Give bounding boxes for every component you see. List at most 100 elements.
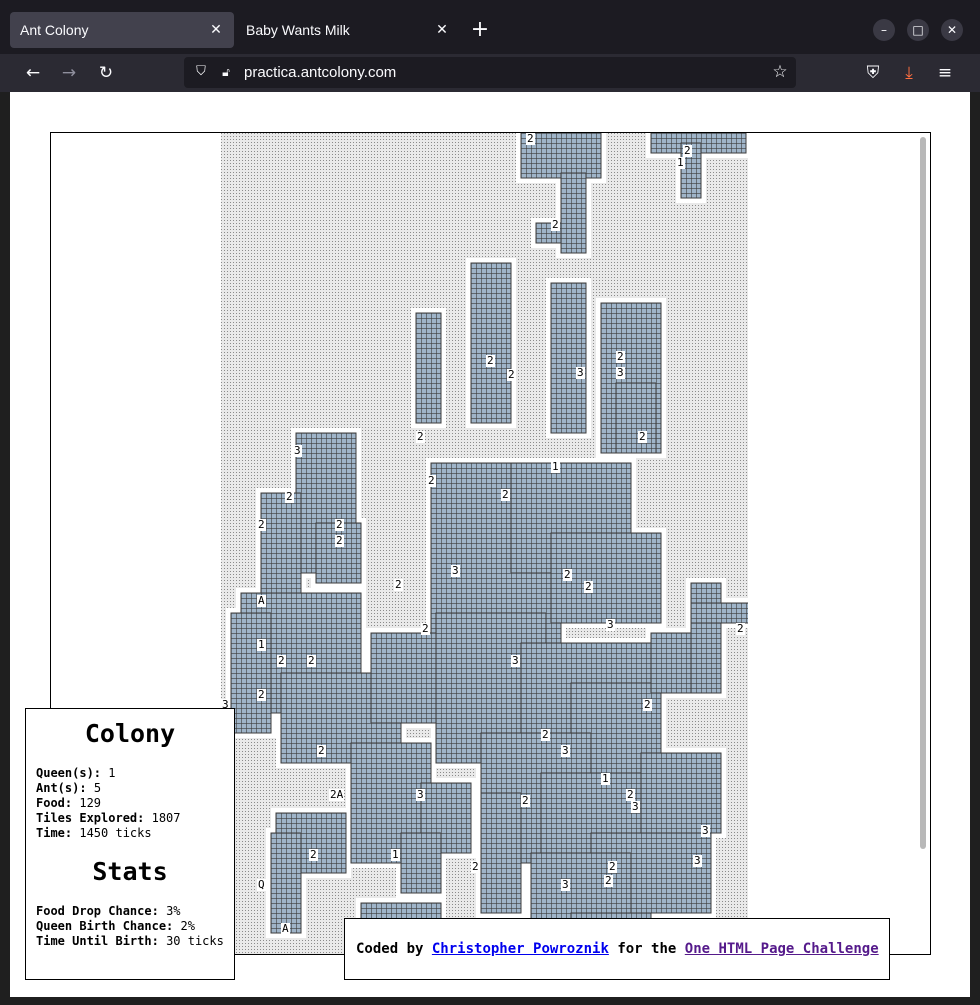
tunnel-region: [270, 832, 302, 934]
food-count-marker: 3: [561, 878, 570, 891]
tab-bar: Ant Colony ✕ Baby Wants Milk ✕ + – □ ✕: [0, 0, 980, 54]
stats-heading: Stats: [92, 857, 168, 886]
tunnel-region: [480, 792, 522, 914]
maximize-icon[interactable]: □: [907, 19, 929, 41]
author-link[interactable]: Christopher Powroznik: [432, 941, 609, 957]
food-count-marker: 1: [601, 772, 610, 785]
food-count-marker: 2: [277, 654, 286, 667]
pocket-icon[interactable]: ⛨: [862, 62, 884, 84]
credit-prefix: Coded by: [356, 941, 424, 957]
navigation-toolbar: ← → ↻ ⛉ 🔓︎ practica.antcolony.com ☆ ⛨ ⤓ …: [0, 54, 980, 92]
credit-panel: Coded by Christopher Powroznik for the O…: [344, 918, 890, 980]
food-count-marker: 2: [507, 368, 516, 381]
food-count-marker: 3: [416, 788, 425, 801]
tunnel-region: [650, 632, 692, 694]
lock-icon[interactable]: 🔓︎: [217, 63, 235, 81]
ant-marker: A: [281, 922, 290, 935]
new-tab-icon[interactable]: +: [468, 18, 492, 42]
food-count-marker: 2: [736, 622, 745, 635]
food-count-marker: 3: [511, 654, 520, 667]
food-count-marker: 3: [693, 854, 702, 867]
tunnel-region: [315, 522, 362, 584]
food-stat: Food: 129: [36, 796, 102, 810]
food-count-marker: 1: [257, 638, 266, 651]
food-drop-stat: Food Drop Chance: 3%: [36, 904, 181, 918]
food-count-marker: 2: [541, 728, 550, 741]
tunnel-region: [415, 312, 442, 424]
close-icon[interactable]: ✕: [206, 19, 226, 39]
food-count-marker: 2: [563, 568, 572, 581]
tab-baby-wants-milk[interactable]: Baby Wants Milk ✕: [236, 12, 460, 48]
food-count-marker: 1: [391, 848, 400, 861]
colony-stats-panel: Colony Queen(s): 1 Ant(s): 5 Food: 129 T…: [25, 708, 235, 980]
tiles-explored-stat: Tiles Explored: 1807: [36, 811, 181, 825]
tunnel-region: [260, 492, 302, 594]
tunnel-region: [690, 602, 748, 624]
tunnel-region: [560, 172, 587, 254]
back-icon[interactable]: ←: [22, 62, 44, 84]
food-count-marker: 2: [683, 144, 692, 157]
food-count-marker: 3: [293, 444, 302, 457]
food-count-marker: 1: [676, 156, 685, 169]
close-window-icon[interactable]: ✕: [941, 19, 963, 41]
ant-marker: A: [257, 594, 266, 607]
tunnel-region: [230, 612, 272, 734]
shield-icon[interactable]: ⛉: [192, 63, 210, 81]
tab-title: Baby Wants Milk: [246, 22, 350, 38]
food-count-marker: 2: [551, 218, 560, 231]
food-count-marker: 3: [701, 824, 710, 837]
food-count-marker: 3: [616, 366, 625, 379]
menu-icon[interactable]: ≡: [934, 62, 956, 84]
queen-marker: Q: [257, 878, 266, 891]
food-count-marker: 2: [604, 874, 613, 887]
star-icon[interactable]: ☆: [770, 62, 790, 82]
queen-birth-stat: Queen Birth Chance: 2%: [36, 919, 195, 933]
food-count-marker: 2: [335, 534, 344, 547]
food-count-marker: 2: [309, 848, 318, 861]
tunnel-region: [690, 582, 722, 694]
food-count-marker: 2: [257, 518, 266, 531]
reload-icon[interactable]: ↻: [95, 62, 117, 84]
food-count-marker: 2: [427, 474, 436, 487]
food-count-marker: 2: [486, 354, 495, 367]
minimize-icon[interactable]: –: [873, 19, 895, 41]
food-count-marker: 2: [335, 518, 344, 531]
credit-middle: for the: [617, 941, 677, 957]
forward-icon[interactable]: →: [58, 62, 80, 84]
page-content: 22122232322122322222322323A2122222332231…: [10, 92, 970, 997]
tunnel-region: [400, 832, 442, 894]
colony-heading: Colony: [84, 719, 176, 748]
url-text[interactable]: practica.antcolony.com: [244, 64, 396, 81]
food-count-marker: 3: [576, 366, 585, 379]
time-until-birth-stat: Time Until Birth: 30 ticks: [36, 934, 224, 948]
tab-title: Ant Colony: [20, 22, 89, 38]
tunnel-region: [550, 282, 587, 434]
food-count-marker: 2: [584, 580, 593, 593]
time-stat: Time: 1450 ticks: [36, 826, 152, 840]
challenge-link[interactable]: One HTML Page Challenge: [685, 941, 879, 957]
scrollbar[interactable]: [920, 137, 926, 849]
food-count-marker: 3: [606, 618, 615, 631]
food-count-marker: 2: [394, 578, 403, 591]
close-icon[interactable]: ✕: [432, 19, 452, 39]
colony-tunnels: [221, 133, 748, 954]
food-count-marker: 2: [526, 132, 535, 145]
food-count-marker: 1: [551, 460, 560, 473]
food-count-marker: 2: [501, 488, 510, 501]
food-count-marker: 3: [451, 564, 460, 577]
tunnel-region: [640, 752, 722, 834]
food-count-marker: 2: [421, 622, 430, 635]
food-count-marker: 2: [257, 688, 266, 701]
address-bar[interactable]: ⛉ 🔓︎ practica.antcolony.com ☆: [184, 57, 796, 88]
download-icon[interactable]: ⤓: [898, 62, 920, 84]
food-count-marker: 2: [317, 744, 326, 757]
tunnel-region: [470, 262, 512, 424]
food-count-marker: 2: [521, 794, 530, 807]
food-count-marker: 2: [285, 490, 294, 503]
food-count-marker: 2: [638, 430, 647, 443]
queens-stat: Queen(s): 1: [36, 766, 116, 780]
ant-colony-map[interactable]: 22122232322122322222322323A2122222332231…: [221, 132, 748, 954]
tab-ant-colony[interactable]: Ant Colony ✕: [10, 12, 234, 48]
ant-marker: 2A: [329, 788, 345, 801]
food-count-marker: 2: [643, 698, 652, 711]
